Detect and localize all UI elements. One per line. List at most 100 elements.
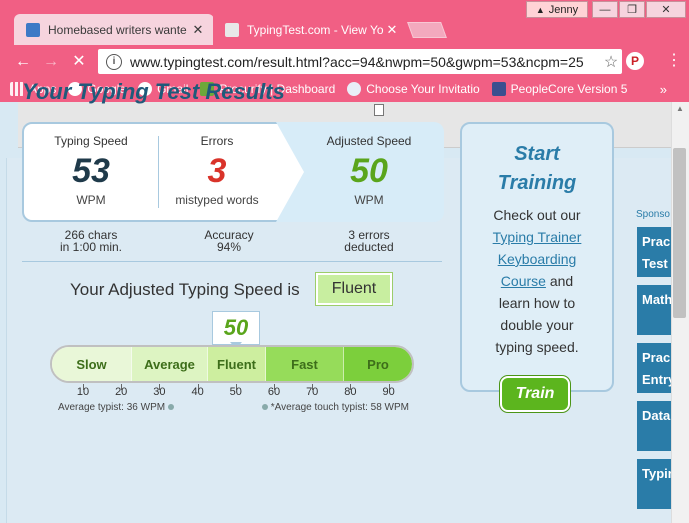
note-text: *Average touch typist: 58 WPM	[270, 402, 409, 413]
sponsored-link-practice-test[interactable]: Prac Test	[637, 227, 671, 277]
sponsored-text: Typin	[642, 466, 671, 481]
average-typist-note: Average typist: 36 WPM	[58, 402, 174, 413]
axis-tick-label: 10	[76, 386, 90, 398]
browser-menu-icon[interactable]: ⋮	[666, 52, 682, 70]
profile-button[interactable]: ▲ Jenny	[526, 1, 588, 18]
errors-label: Errors	[200, 134, 234, 148]
chars-stat: 266 chars in 1:00 min.	[21, 229, 161, 253]
sponsored-label: Sponso	[636, 209, 670, 220]
bookmark-label: Choose Your Invitatio	[366, 82, 480, 96]
sponsored-text: Prac	[642, 234, 671, 249]
page-title: Your Typing Test Results	[22, 79, 285, 104]
stat-line: in 1:00 min.	[59, 240, 123, 254]
axis-tick-label: 90	[382, 386, 395, 398]
back-arrow-icon[interactable]: ←	[12, 51, 34, 73]
maximize-button[interactable]: ❐	[619, 1, 645, 18]
sponsored-text: Data	[642, 408, 671, 423]
typing-speed-block: Typing Speed 53 WPM	[24, 124, 158, 220]
segment-slow: Slow	[52, 347, 132, 381]
forward-arrow-icon[interactable]: →	[40, 51, 62, 73]
url-text[interactable]: www.typingtest.com/result.html?acc=94&nw…	[130, 54, 600, 70]
tab-homebased-writers[interactable]: Homebased writers wante ✕	[14, 14, 214, 45]
tab-title: Homebased writers wante	[48, 22, 187, 37]
errors-value: 3	[207, 152, 227, 190]
adjusted-speed-sentence: Your Adjusted Typing Speed is	[70, 280, 300, 299]
training-text: double your	[500, 317, 574, 333]
training-panel: Start Training Check out our Typing Trai…	[460, 122, 614, 392]
sponsored-text: Entry	[642, 372, 671, 387]
close-tab-icon[interactable]: ✕	[190, 22, 206, 38]
scrollbar-thumb[interactable]	[673, 148, 686, 318]
axis-tick-label: 40	[191, 386, 204, 398]
marker-dot-icon	[167, 404, 174, 411]
tab-title: TypingTest.com - View Yo	[247, 22, 384, 37]
close-window-button[interactable]: ✕	[646, 1, 686, 18]
training-description: Check out our Typing Trainer Keyboarding…	[462, 204, 612, 358]
marker-dot-icon	[262, 404, 268, 411]
training-title-line: Training	[497, 172, 577, 194]
sponsored-link-practice-entry[interactable]: Prac Entry	[637, 343, 671, 393]
training-text: typing speed.	[495, 339, 579, 355]
sponsored-link-data[interactable]: Data	[637, 401, 671, 451]
accuracy-stat: Accuracy 94%	[159, 229, 299, 253]
axis-tick-label: 20	[115, 386, 128, 398]
bookmark-invitation[interactable]: Choose Your Invitatio	[347, 82, 480, 96]
segment-fluent: Fluent	[208, 347, 266, 381]
browser-toolbar: ← → ✕ i www.typingtest.com/result.html?a…	[0, 46, 689, 76]
new-tab-button[interactable]	[407, 22, 447, 38]
errors-deducted-stat: 3 errors deducted	[299, 229, 439, 253]
sponsored-text: Math	[642, 292, 671, 307]
errors-block: Errors 3 mistyped words	[158, 124, 276, 220]
keyboarding-course-link[interactable]: Keyboarding	[498, 251, 577, 267]
speed-marker: 50	[212, 311, 260, 345]
info-icon[interactable]: i	[106, 53, 122, 70]
sponsored-link-math[interactable]: Math	[637, 285, 671, 335]
training-text: learn how to	[498, 295, 576, 311]
keyboarding-course-link-2[interactable]: Course	[501, 273, 546, 289]
minimize-button[interactable]: —	[592, 1, 618, 18]
info-icon	[347, 82, 362, 96]
divider	[22, 261, 442, 262]
adjusted-speed-label: Adjusted Speed	[326, 134, 412, 148]
axis-tick-label: 80	[344, 386, 357, 398]
score-card: Typing Speed 53 WPM Errors 3 mistyped wo…	[22, 122, 444, 222]
axis-tick-label: 50	[229, 386, 242, 398]
user-icon: ▲	[535, 4, 545, 15]
speed-scale-bar: Slow Average Fluent Fast Pro	[50, 345, 414, 383]
bookmark-label: PeopleCore Version 5	[510, 82, 628, 96]
axis-tick-label: 70	[306, 386, 319, 398]
axis-tick-label: 30	[153, 386, 166, 398]
sponsored-link-typing[interactable]: Typin	[637, 459, 671, 509]
browser-titlebar: Homebased writers wante ✕ TypingTest.com…	[0, 0, 689, 46]
tab-typingtest[interactable]: TypingTest.com - View Yo ✕	[213, 14, 408, 45]
bookmark-peoplecore[interactable]: PeopleCore Version 5	[491, 82, 628, 96]
address-bar[interactable]: i www.typingtest.com/result.html?acc=94&…	[98, 49, 622, 74]
peoplecore-icon	[491, 82, 506, 96]
adjusted-speed-block: Adjusted Speed 50 WPM	[296, 124, 442, 220]
level-badge: Fluent	[316, 273, 392, 305]
site-favicon-icon	[225, 22, 239, 37]
scroll-up-arrow-icon[interactable]: ▲	[672, 104, 688, 113]
ad-info-icon[interactable]	[374, 104, 384, 116]
training-title: Start Training	[462, 140, 612, 198]
adjusted-speed-unit: WPM	[354, 193, 384, 207]
segment-average: Average	[132, 347, 208, 381]
close-tab-icon[interactable]: ✕	[384, 22, 400, 38]
profile-name: Jenny	[548, 3, 579, 16]
bookmark-star-icon[interactable]: ☆	[600, 52, 622, 72]
stat-line: 94%	[216, 240, 242, 254]
pinterest-extension-icon[interactable]: P	[626, 52, 644, 70]
sponsored-text: Test	[642, 256, 668, 271]
touch-typist-note: *Average touch typist: 58 WPM	[262, 402, 409, 413]
sponsored-text: Prac	[642, 350, 671, 365]
note-text: Average typist: 36 WPM	[58, 402, 166, 413]
typing-trainer-link[interactable]: Typing Trainer	[493, 229, 582, 245]
axis-tick-label: 60	[267, 386, 281, 398]
typing-speed-label: Typing Speed	[54, 134, 128, 148]
stat-line: deducted	[344, 240, 394, 254]
stop-loading-icon[interactable]: ✕	[68, 51, 90, 73]
more-bookmarks-icon[interactable]: »	[660, 82, 667, 97]
site-favicon-icon	[26, 22, 40, 37]
training-text: Check out our	[493, 207, 581, 223]
train-button[interactable]: Train	[500, 376, 570, 412]
